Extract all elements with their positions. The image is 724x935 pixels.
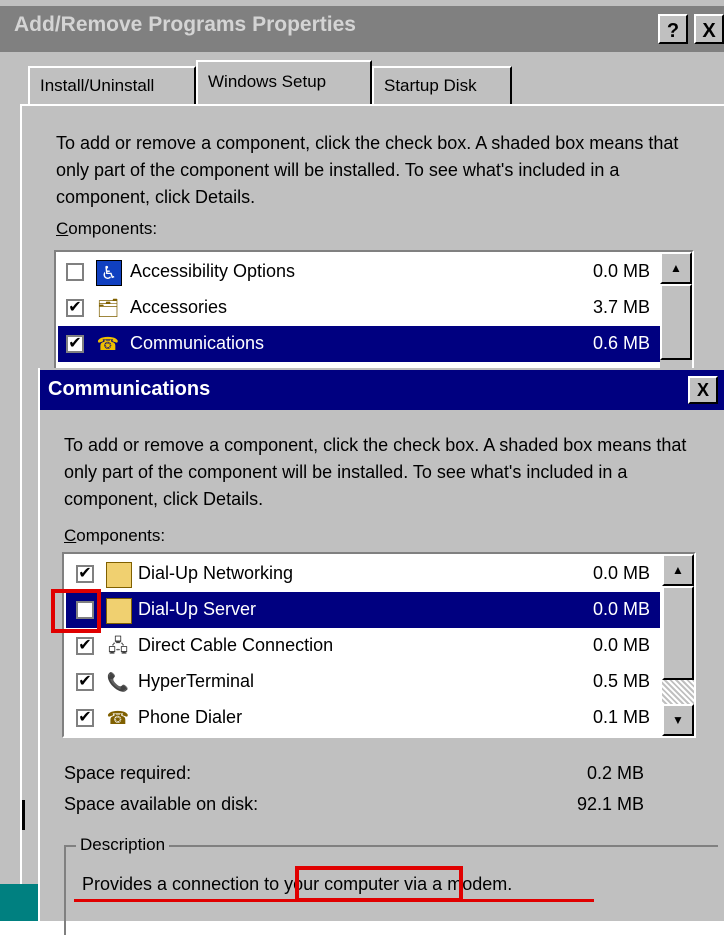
outer-window-title: Add/Remove Programs Properties xyxy=(14,13,356,36)
desktop-background xyxy=(0,884,38,921)
folder-network-icon xyxy=(106,562,132,588)
description-label: Description xyxy=(76,835,170,855)
scroll-track[interactable] xyxy=(662,680,694,704)
terminal-phone-icon: 📞 xyxy=(106,672,130,692)
outer-instructions: To add or remove a component, click the … xyxy=(56,133,679,207)
folder-server-icon xyxy=(106,598,132,624)
outer-scrollbar[interactable]: ▲ xyxy=(660,252,692,378)
scroll-thumb[interactable] xyxy=(662,586,694,680)
checkbox[interactable]: ✔ xyxy=(76,637,94,655)
dialog-close-button[interactable]: X xyxy=(688,376,718,404)
outer-components-list[interactable]: ♿ Accessibility Options 0.0 MB ✔ 🗂 Acces… xyxy=(54,250,694,380)
help-button[interactable]: ? xyxy=(658,14,688,44)
list-item[interactable]: ♿ Accessibility Options 0.0 MB xyxy=(58,254,660,290)
scroll-up-button[interactable]: ▲ xyxy=(662,554,694,586)
list-item[interactable]: ✔ 📞 HyperTerminal 0.5 MB xyxy=(66,664,660,700)
space-required-value: 0.2 MB xyxy=(586,763,644,783)
dialog-instructions: To add or remove a component, click the … xyxy=(64,435,687,509)
checkbox[interactable]: ✔ xyxy=(66,299,84,317)
checkbox[interactable]: ✔ xyxy=(76,709,94,727)
tab-windows-setup[interactable]: Windows Setup xyxy=(196,60,372,104)
checkbox[interactable]: ✔ xyxy=(66,335,84,353)
accessories-icon: 🗂 xyxy=(96,298,120,318)
outer-divider xyxy=(22,800,25,830)
dialog-components-label: Components: xyxy=(64,526,166,545)
dialog-title: Communications xyxy=(48,378,211,400)
computer-cable-icon: 🖧 xyxy=(107,636,129,656)
annotation-box-checkbox xyxy=(51,589,101,633)
list-item[interactable]: ✔ Dial-Up Networking 0.0 MB xyxy=(66,556,660,592)
list-item[interactable]: ✔ 🖧 Direct Cable Connection 0.0 MB xyxy=(66,628,660,664)
list-item-selected[interactable]: ✔ ☎ Communications 0.6 MB xyxy=(58,326,660,362)
telephone-icon: ☎ xyxy=(96,334,120,354)
space-available-value: 92.1 MB xyxy=(576,794,644,814)
annotation-underline xyxy=(74,899,594,902)
tab-startup-disk[interactable]: Startup Disk xyxy=(372,66,512,104)
tab-install-uninstall[interactable]: Install/Uninstall xyxy=(28,66,196,104)
list-item-selected[interactable]: Dial-Up Server 0.0 MB xyxy=(66,592,660,628)
space-available-label: Space available on disk: xyxy=(64,794,259,814)
scroll-up-button[interactable]: ▲ xyxy=(660,252,692,284)
list-item[interactable]: ✔ ☎ Phone Dialer 0.1 MB xyxy=(66,700,660,736)
checkbox[interactable]: ✔ xyxy=(76,673,94,691)
checkbox[interactable]: ✔ xyxy=(76,565,94,583)
outer-close-button[interactable]: X xyxy=(694,14,724,44)
accessibility-icon: ♿ xyxy=(96,260,122,286)
scroll-down-button[interactable]: ▼ xyxy=(662,704,694,736)
scroll-thumb[interactable] xyxy=(660,284,692,360)
annotation-box-text xyxy=(295,866,463,902)
outer-components-label: Components: xyxy=(56,219,158,238)
dialog-components-list[interactable]: ✔ Dial-Up Networking 0.0 MB Dial-Up Serv… xyxy=(62,552,696,738)
checkbox[interactable] xyxy=(66,263,84,281)
list-item[interactable]: ✔ 🗂 Accessories 3.7 MB xyxy=(58,290,660,326)
dialog-scrollbar[interactable]: ▲ ▼ xyxy=(662,554,694,736)
space-required-label: Space required: xyxy=(64,763,192,783)
phone-dialer-icon: ☎ xyxy=(106,708,130,728)
